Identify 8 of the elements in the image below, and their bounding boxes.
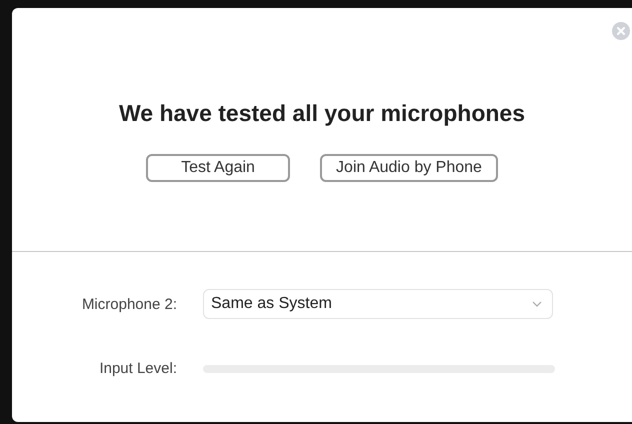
dialog-button[interactable]: Test Again [146,154,290,182]
microphone-dropdown[interactable]: Same as System [203,289,553,319]
dialog-heading: We have tested all your microphones [118,100,526,127]
dialog-button[interactable]: Join Audio by Phone [320,154,498,182]
chevron-icon [532,301,542,307]
close-icon[interactable] [612,22,630,40]
input-level-label: Input Level: [98,360,178,377]
microphone-label: Microphone 2: [80,296,178,312]
